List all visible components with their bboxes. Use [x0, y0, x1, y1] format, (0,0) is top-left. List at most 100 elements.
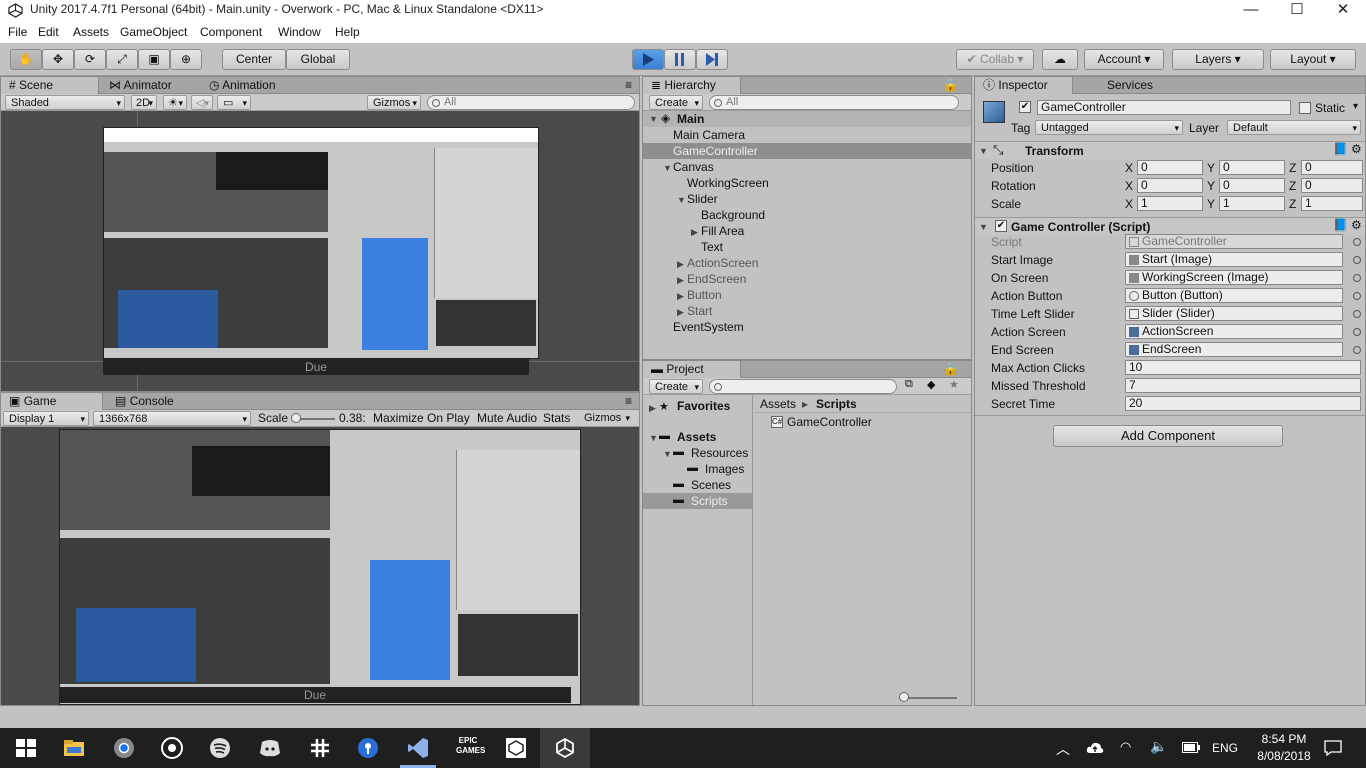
collapse-arrow-icon[interactable]: ▼: [979, 222, 988, 232]
hierarchy-item[interactable]: EventSystem: [673, 320, 744, 334]
rect-tool-button[interactable]: ▣: [138, 49, 170, 70]
panel-menu-icon[interactable]: ≡: [617, 393, 640, 410]
battery-icon[interactable]: [1182, 742, 1200, 753]
object-name-field[interactable]: GameController: [1037, 100, 1291, 115]
help-book-icon[interactable]: 📘: [1333, 142, 1348, 156]
wifi-icon[interactable]: ◠: [1120, 739, 1131, 755]
end-screen-field[interactable]: EndScreen: [1125, 342, 1343, 357]
scene-viewport[interactable]: Due: [1, 111, 639, 391]
shading-dropdown[interactable]: Shaded: [5, 95, 125, 111]
help-book-icon[interactable]: 📘: [1333, 218, 1348, 232]
collapse-arrow-icon[interactable]: ▼: [677, 195, 686, 205]
menu-help[interactable]: Help: [335, 25, 360, 39]
hierarchy-item[interactable]: Fill Area: [701, 224, 744, 238]
folder-resources[interactable]: Resources: [691, 446, 748, 460]
layout-dropdown[interactable]: Layout ▾: [1270, 49, 1356, 70]
expand-arrow-icon[interactable]: ▶: [677, 291, 684, 302]
collapse-arrow-icon[interactable]: ▼: [979, 146, 988, 156]
expand-arrow-icon[interactable]: ▶: [649, 403, 656, 414]
scale-y-field[interactable]: 1: [1219, 196, 1285, 211]
object-picker-icon[interactable]: [1353, 274, 1361, 282]
tab-animator[interactable]: ⋈ Animator: [101, 77, 180, 94]
tab-game[interactable]: ▣ Game: [1, 393, 103, 410]
hierarchy-item[interactable]: Main Camera: [673, 128, 745, 142]
start-image-field[interactable]: Start (Image): [1125, 252, 1343, 267]
tab-console[interactable]: ▤ Console: [107, 393, 182, 410]
hierarchy-item[interactable]: Background: [701, 208, 765, 222]
epic-games-icon[interactable]: EPIC GAMES: [456, 736, 485, 760]
menu-edit[interactable]: Edit: [38, 25, 59, 39]
expand-arrow-icon[interactable]: ▶: [677, 307, 684, 318]
object-picker-icon[interactable]: [1353, 328, 1361, 336]
object-picker-icon[interactable]: [1353, 238, 1361, 246]
scale-slider-thumb[interactable]: [291, 413, 301, 423]
pivot-global-button[interactable]: Global: [286, 49, 350, 70]
hierarchy-item[interactable]: GameController: [673, 144, 758, 158]
position-y-field[interactable]: 0: [1219, 160, 1285, 175]
tab-services[interactable]: Services: [1099, 77, 1161, 94]
layer-dropdown[interactable]: Default: [1227, 120, 1361, 136]
action-screen-field[interactable]: ActionScreen: [1125, 324, 1343, 339]
folder-scripts[interactable]: Scripts: [691, 494, 728, 508]
hierarchy-create-dropdown[interactable]: Create: [649, 95, 703, 111]
add-component-button[interactable]: Add Component: [1053, 425, 1283, 447]
script-component-header[interactable]: ▼ ✔ Game Controller (Script) 📘 ⚙: [975, 217, 1365, 235]
spotify-icon[interactable]: [208, 736, 232, 760]
close-button[interactable]: ✕: [1320, 0, 1366, 22]
lock-icon[interactable]: 🔒≡: [935, 361, 971, 393]
hierarchy-item[interactable]: ActionScreen: [687, 256, 758, 270]
display-dropdown[interactable]: Display 1: [3, 411, 89, 427]
visual-studio-icon[interactable]: [406, 736, 430, 760]
resolution-dropdown[interactable]: 1366x768: [93, 411, 251, 427]
unity-hub-icon[interactable]: [504, 736, 528, 760]
rotation-y-field[interactable]: 0: [1219, 178, 1285, 193]
menu-gameobject[interactable]: GameObject: [120, 25, 187, 39]
tab-project[interactable]: ▬ Project: [643, 361, 741, 378]
position-z-field[interactable]: 0: [1301, 160, 1363, 175]
script-enabled-checkbox[interactable]: ✔: [995, 220, 1007, 232]
rotation-z-field[interactable]: 0: [1301, 178, 1363, 193]
lighting-toggle[interactable]: ☀: [163, 95, 187, 111]
hierarchy-item[interactable]: WorkingScreen: [687, 176, 769, 190]
chrome-icon[interactable]: [112, 736, 136, 760]
tab-hierarchy[interactable]: ≣ Hierarchy: [643, 77, 741, 94]
expand-arrow-icon[interactable]: ▶: [691, 227, 698, 238]
scale-z-field[interactable]: 1: [1301, 196, 1363, 211]
tab-animation[interactable]: ◷ Animation: [201, 77, 284, 94]
expand-arrow-icon[interactable]: ▶: [677, 259, 684, 270]
scale-x-field[interactable]: 1: [1137, 196, 1203, 211]
discord-icon[interactable]: [258, 736, 282, 760]
maps-icon[interactable]: [356, 736, 380, 760]
hierarchy-item[interactable]: Button: [687, 288, 722, 302]
filter-type-icon[interactable]: ⧉: [905, 378, 913, 391]
language-indicator[interactable]: ENG: [1212, 741, 1238, 755]
maximize-on-play-toggle[interactable]: Maximize On Play: [373, 411, 470, 425]
filter-label-icon[interactable]: ◆: [927, 378, 935, 391]
chevron-up-icon[interactable]: ︿: [1056, 739, 1070, 759]
hierarchy-item[interactable]: Canvas: [673, 160, 714, 174]
collapse-arrow-icon[interactable]: ▼: [649, 114, 658, 124]
menu-component[interactable]: Component: [200, 25, 262, 39]
cloud-upload-icon[interactable]: [1086, 740, 1104, 756]
lock-icon[interactable]: 🔒≡: [935, 77, 971, 109]
object-picker-icon[interactable]: [1353, 310, 1361, 318]
effects-dropdown[interactable]: ▭: [217, 95, 251, 111]
scene-gizmos-dropdown[interactable]: Gizmos: [367, 95, 421, 111]
collapse-arrow-icon[interactable]: ▼: [663, 449, 672, 459]
game-gizmos-dropdown[interactable]: Gizmos: [579, 411, 633, 426]
active-checkbox[interactable]: ✔: [1019, 101, 1031, 113]
hierarchy-item[interactable]: EndScreen: [687, 272, 746, 286]
time-left-slider-field[interactable]: Slider (Slider): [1125, 306, 1343, 321]
missed-threshold-field[interactable]: 7: [1125, 378, 1361, 393]
file-gamecontroller[interactable]: GameController: [787, 415, 872, 429]
breadcrumb-assets[interactable]: Assets: [760, 397, 796, 411]
icon-size-slider[interactable]: [905, 697, 957, 699]
stats-toggle[interactable]: Stats: [543, 411, 570, 425]
expand-arrow-icon[interactable]: ▶: [677, 275, 684, 286]
cloud-button[interactable]: ☁: [1042, 49, 1078, 70]
pause-button[interactable]: [664, 49, 696, 70]
hand-tool-button[interactable]: ✋: [10, 49, 42, 70]
gear-icon[interactable]: ⚙: [1351, 142, 1362, 156]
menu-window[interactable]: Window: [278, 25, 321, 39]
on-screen-field[interactable]: WorkingScreen (Image): [1125, 270, 1343, 285]
